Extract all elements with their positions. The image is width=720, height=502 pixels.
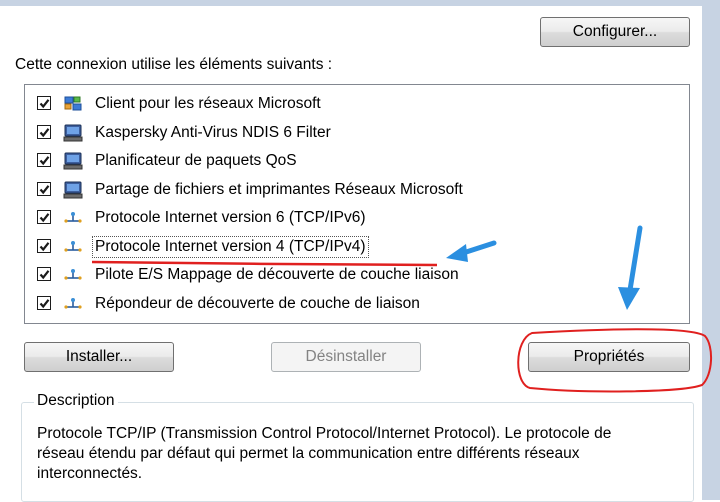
ipv4-arrow-icon — [446, 240, 497, 262]
annotation-overlay — [91, 225, 712, 393]
properties-highlight-circle — [517, 328, 712, 393]
properties-arrow-icon — [618, 225, 643, 310]
ipv4-underline — [91, 260, 438, 267]
